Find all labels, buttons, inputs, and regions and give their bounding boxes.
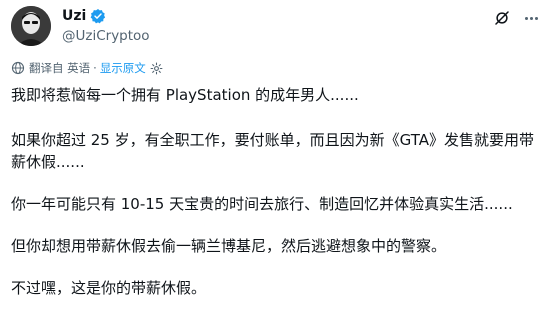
tweet-paragraph: 我即将惹恼每一个拥有 PlayStation 的成年男人......: [11, 86, 359, 104]
tweet-text: 我即将惹恼每一个拥有 PlayStation 的成年男人...... 如果你超过…: [11, 84, 541, 316]
more-dot: [524, 16, 528, 20]
translation-bar: 翻译自 英语 · 显示原文: [11, 59, 163, 77]
handle[interactable]: @UziCryptoo: [62, 26, 150, 46]
tweet-paragraph: 如果你超过 25 岁，有全职工作，要付账单，而且因为新《GTA》发售就要用带薪休…: [11, 131, 534, 171]
grok-icon[interactable]: [492, 8, 512, 28]
tweet-card: Uzi @UziCryptoo 翻译自 英语 · 显示原文 我即将惹恼每一个拥有…: [0, 0, 550, 316]
tweet-paragraph: 不过嘿，这是你的带薪休假。: [11, 279, 207, 297]
more-dot: [529, 16, 533, 20]
name-row: Uzi: [62, 6, 150, 26]
translate-icon: [11, 61, 25, 75]
tweet-paragraph: 你一年可能只有 10-15 天宝贵的时间去旅行、制造回忆并体验真实生活.....…: [11, 195, 513, 213]
separator: ·: [93, 61, 97, 75]
more-options-icon[interactable]: [520, 8, 542, 28]
avatar-image: [11, 6, 51, 46]
tweet-paragraph: 但你却想用带薪休假去偷一辆兰博基尼，然后逃避想象中的警察。: [11, 237, 447, 255]
display-name[interactable]: Uzi: [62, 6, 86, 26]
translated-from-label: 翻译自 英语: [29, 61, 91, 75]
gear-icon[interactable]: [150, 62, 163, 75]
author-block[interactable]: Uzi @UziCryptoo: [62, 6, 150, 46]
show-original-link[interactable]: 显示原文: [100, 60, 146, 76]
avatar[interactable]: [11, 6, 51, 46]
more-dot: [534, 16, 538, 20]
verified-badge-icon: [90, 8, 106, 24]
